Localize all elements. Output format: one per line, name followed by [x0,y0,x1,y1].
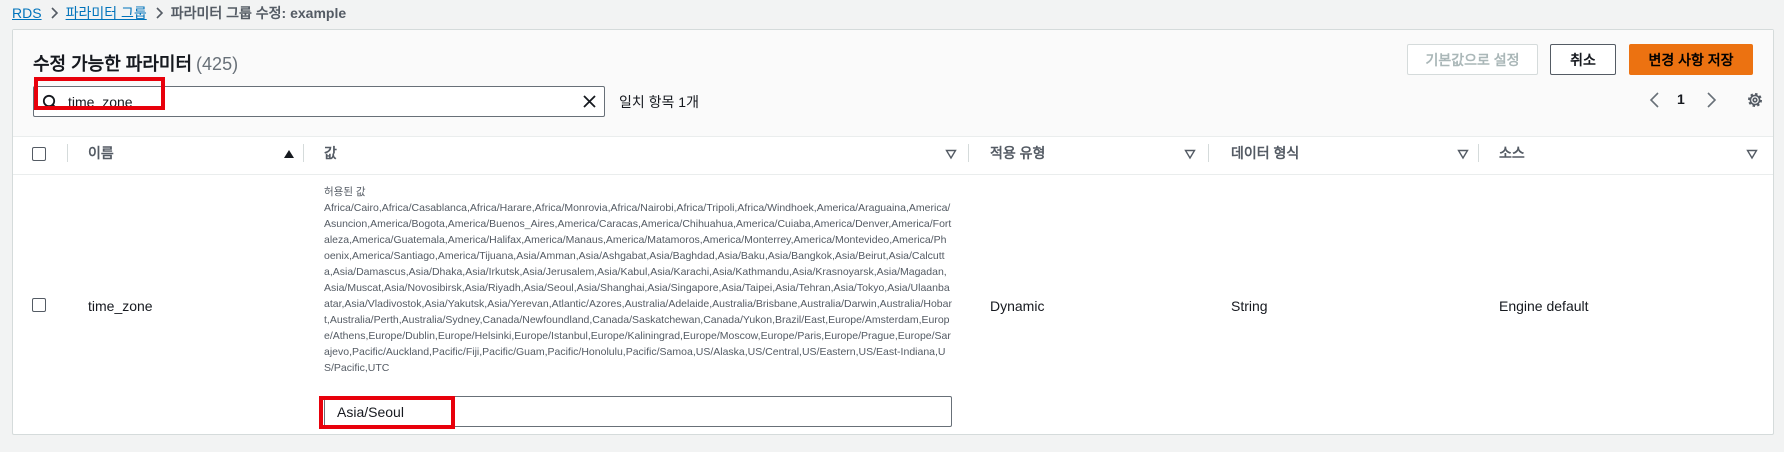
breadcrumb-current: 파라미터 그룹 수정: example [170,4,347,21]
close-icon[interactable] [581,93,598,110]
chevron-left-icon[interactable] [1647,90,1663,110]
breadcrumb-link-parameter-groups[interactable]: 파라미터 그룹 [66,3,147,23]
column-header-apply-type[interactable]: 적용 유형 [990,137,1045,168]
chevron-right-icon [42,0,66,25]
gear-icon[interactable] [1746,91,1764,109]
row-divider [13,174,1773,175]
apply-type-cell: Dynamic [990,298,1045,314]
save-changes-button[interactable]: 변경 사항 저장 [1629,44,1753,75]
sort-ascending-icon[interactable] [283,147,295,159]
column-divider [303,144,304,162]
breadcrumb-link-rds[interactable]: RDS [12,5,42,21]
row-checkbox[interactable] [32,298,46,312]
column-divider [1478,144,1479,162]
sort-descending-icon[interactable] [1457,147,1469,160]
source-cell: Engine default [1499,298,1589,314]
allowed-values-label: 허용된 값 [324,186,366,198]
column-header-source[interactable]: 소스 [1499,137,1525,168]
column-header-data-type[interactable]: 데이터 형식 [1231,137,1299,168]
page-number[interactable]: 1 [1677,91,1685,107]
data-type-cell: String [1231,298,1268,314]
column-divider [968,144,969,162]
column-divider [67,144,68,162]
breadcrumb: RDS 파라미터 그룹 파라미터 그룹 수정: example [12,0,346,25]
sort-descending-icon[interactable] [945,147,957,160]
sort-descending-icon[interactable] [1746,147,1758,160]
panel-title: 수정 가능한 파라미터 (425) [33,50,238,76]
column-divider [1208,144,1209,162]
chevron-right-icon [147,0,171,25]
column-header-name[interactable]: 이름 [88,137,114,168]
parameter-count: (425) [196,54,239,74]
search-input[interactable] [68,87,568,116]
panel-title-text: 수정 가능한 파라미터 [33,54,193,74]
chevron-right-icon[interactable] [1703,90,1719,110]
reset-default-button[interactable]: 기본값으로 설정 [1407,44,1538,75]
parameter-value-input[interactable] [324,396,952,427]
cancel-button[interactable]: 취소 [1550,44,1616,75]
allowed-values-text: Africa/Cairo,Africa/Casablanca,Africa/Ha… [324,202,952,374]
search-box [33,86,605,117]
match-count: 일치 항목 1개 [619,94,699,110]
sort-descending-icon[interactable] [1184,147,1196,160]
parameters-panel: 수정 가능한 파라미터(425) 기본값으로 설정 취소 변경 사항 저장 일치… [12,29,1774,435]
column-header-value[interactable]: 값 [324,137,337,168]
select-all-checkbox[interactable] [32,147,46,161]
search-icon [42,94,59,111]
parameter-name: time_zone [88,298,153,314]
